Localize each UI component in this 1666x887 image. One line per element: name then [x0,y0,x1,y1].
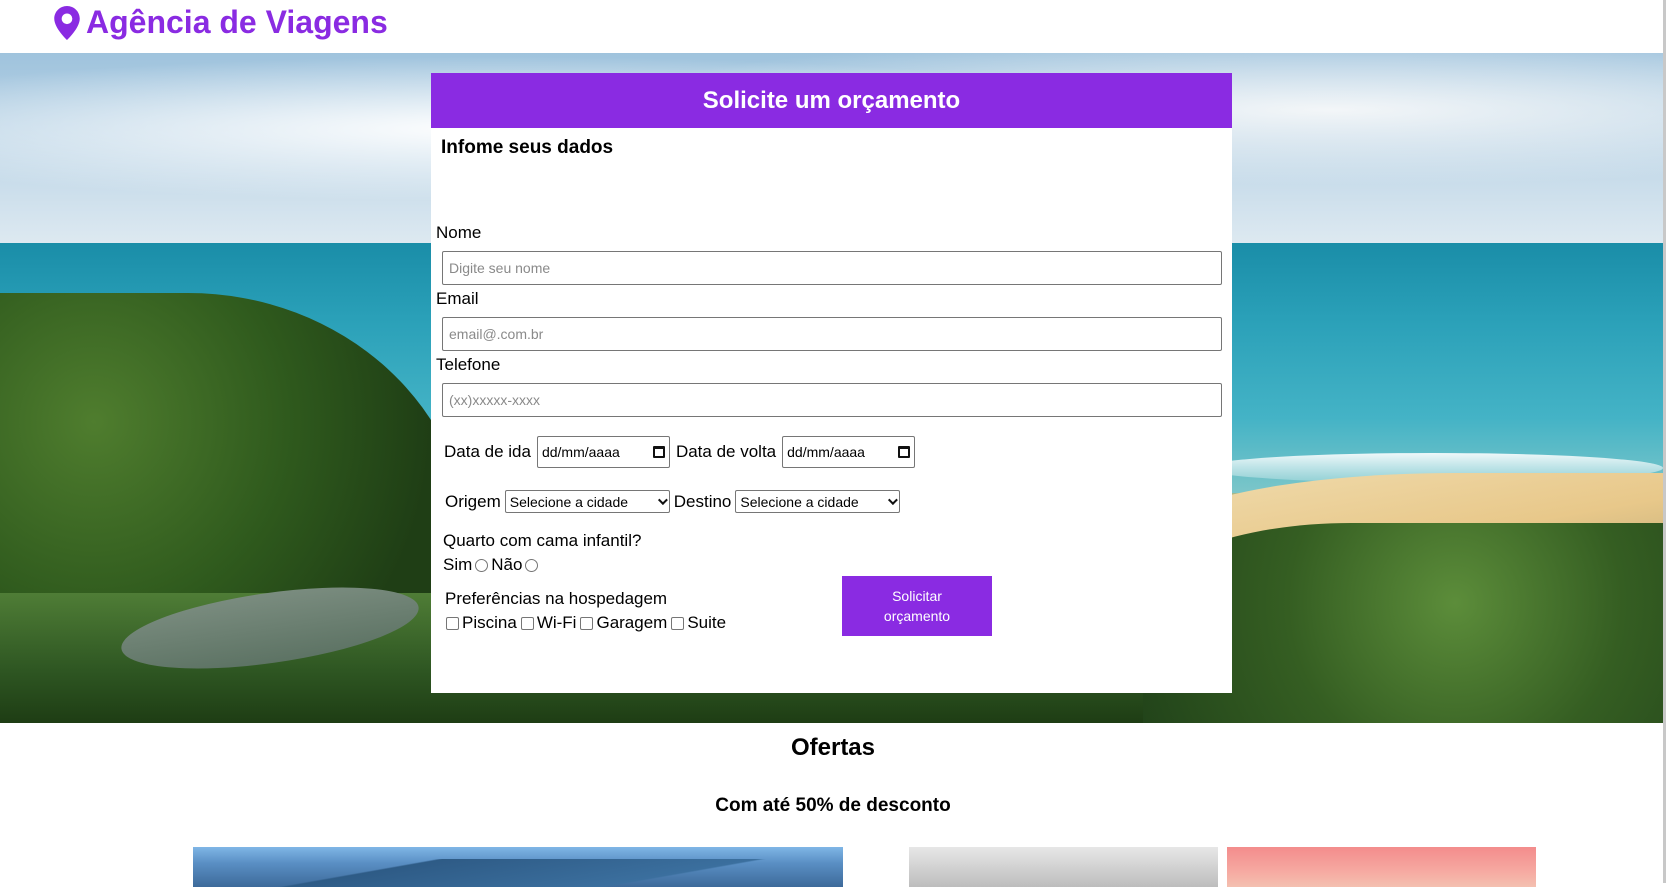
departure-label: Data de ida [444,442,531,461]
email-label: Email [436,289,479,308]
offer-image-sunset[interactable] [1227,847,1536,887]
brand[interactable]: Agência de Viagens [54,4,388,41]
pool-checkbox[interactable] [446,616,459,630]
garage-label: Garagem [596,613,668,632]
crib-yes-radio[interactable] [475,558,489,572]
phone-label: Telefone [436,355,501,374]
offers-title: Ofertas [790,734,876,761]
map-pin-icon [54,5,80,40]
return-date-value: dd/mm/aaaa [787,444,865,460]
top-bar: Agência de Viagens [0,0,1666,53]
name-label: Nome [436,223,482,242]
calendar-icon[interactable] [898,446,911,458]
offer-image-clouds[interactable] [909,847,1218,887]
wifi-label: Wi-Fi [536,613,577,632]
offer-image-mountains[interactable] [193,847,843,887]
dates-row: Data de ida dd/mm/aaaa Data de volta dd/… [444,436,921,468]
phone-input[interactable] [442,383,1222,417]
preferences-options: Piscina Wi-Fi Garagem Suite [445,613,726,633]
crib-no-radio[interactable] [525,558,539,572]
origin-select-value: Selecione a cidade [509,493,629,510]
garage-checkbox[interactable] [580,616,594,630]
departure-date-input[interactable]: dd/mm/aaaa [536,436,670,468]
chevron-down-icon [888,495,899,506]
suite-checkbox[interactable] [671,616,685,630]
origin-label: Origem [445,491,501,511]
crib-question: Quarto com cama infantil? [443,531,642,550]
crib-options: Sim Não [443,555,541,575]
wifi-checkbox[interactable] [520,616,534,630]
departure-date-value: dd/mm/aaaa [541,444,620,460]
preferences-label: Preferências na hospedagem [445,589,668,608]
crib-yes-label: Sim [443,555,473,574]
calendar-icon[interactable] [652,446,665,458]
destination-label: Destino [673,491,732,511]
request-quote-button[interactable]: Solicitar orçamento [842,576,992,636]
suite-label: Suite [687,613,727,632]
destination-select-value: Selecione a cidade [740,493,859,510]
name-input[interactable] [442,251,1222,285]
offers-subtitle: Com até 50% de desconto [715,795,951,816]
route-row: Origem Selecione a cidade Destino Seleci… [445,490,904,513]
email-input[interactable] [442,317,1222,351]
origin-select[interactable]: Selecione a cidade [504,490,670,513]
form-subtitle: Infome seus dados [441,137,614,158]
form-title: Solicite um orçamento [431,73,1232,128]
chevron-down-icon [657,495,668,506]
return-label: Data de volta [675,442,777,461]
destination-select[interactable]: Selecione a cidade [735,490,901,513]
quote-form-card: Solicite um orçamento Infome seus dados … [431,73,1232,693]
pool-label: Piscina [462,613,517,632]
return-date-input[interactable]: dd/mm/aaaa [782,436,916,468]
brand-title: Agência de Viagens [86,4,388,40]
crib-no-label: Não [491,555,523,574]
